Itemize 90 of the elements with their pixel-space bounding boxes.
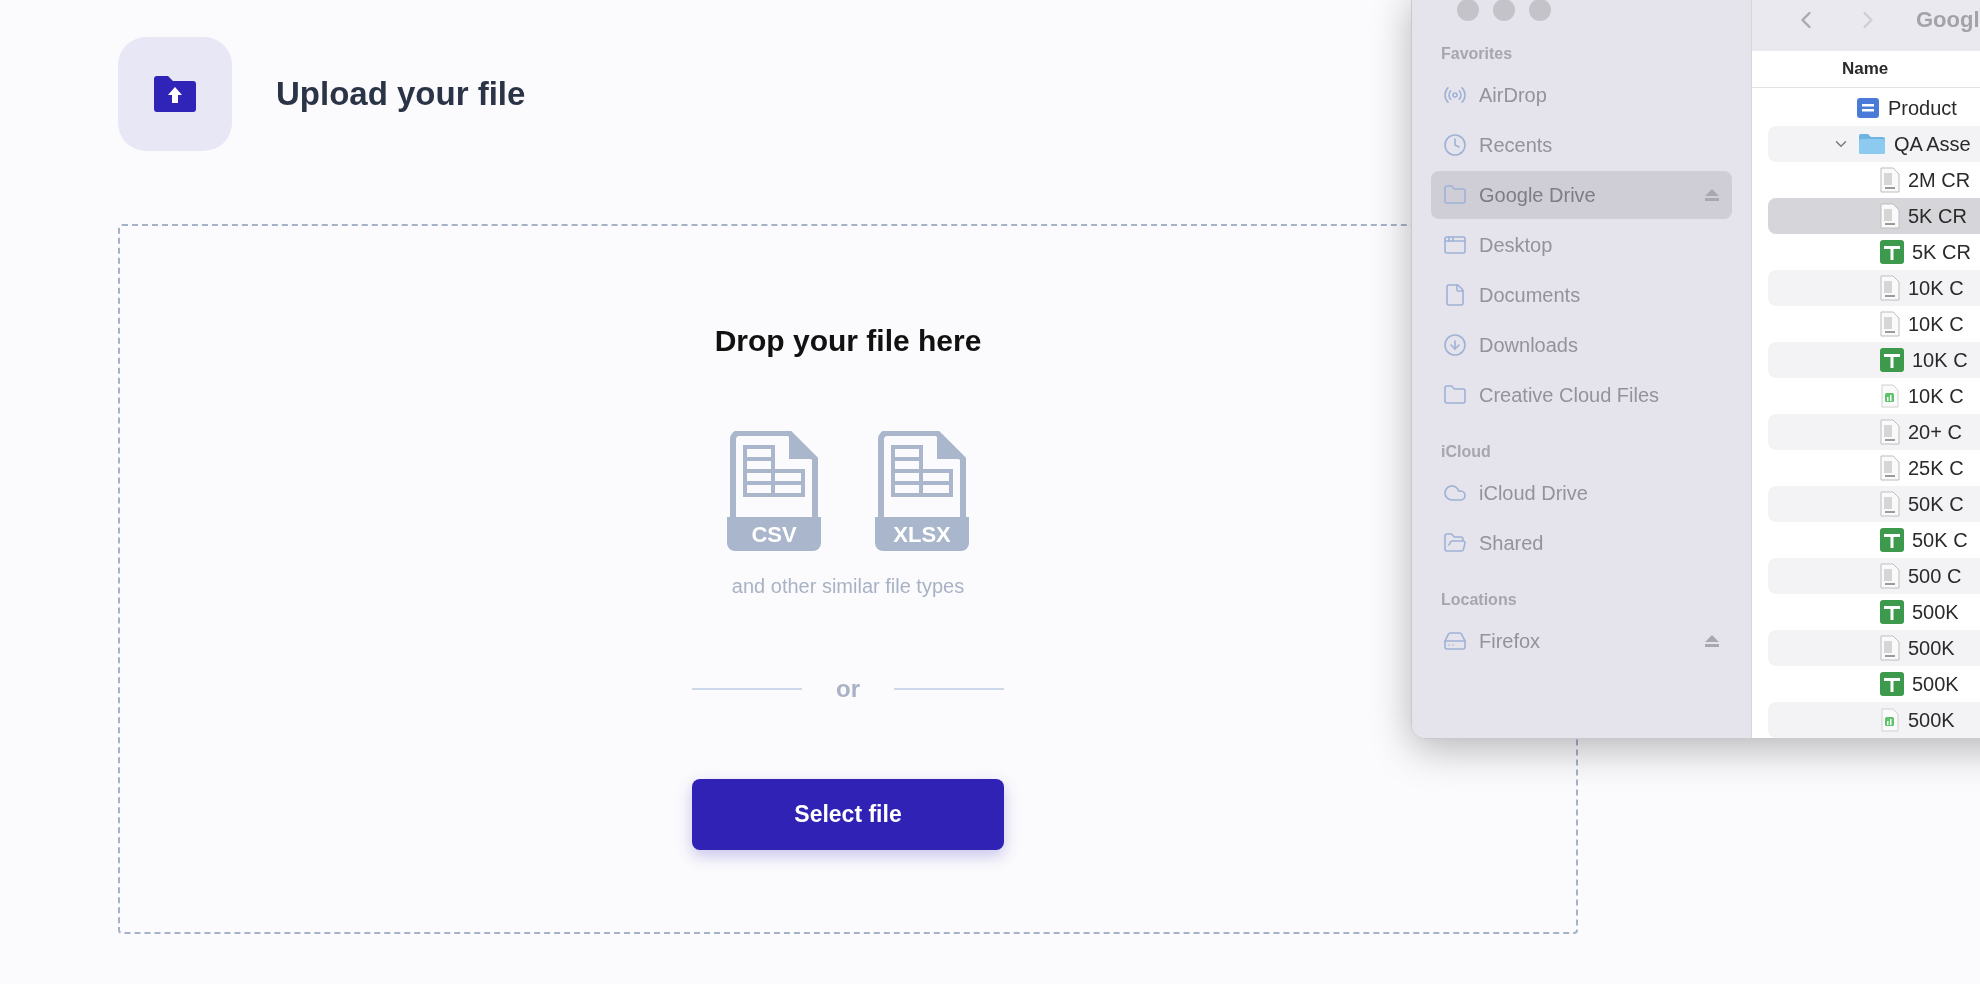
- file-name: 10K C: [1908, 276, 1964, 301]
- file-row[interactable]: 50K C: [1768, 486, 1980, 522]
- file-row[interactable]: 10K C: [1768, 342, 1980, 378]
- file-name: Product: [1888, 96, 1957, 121]
- file-row[interactable]: 2M CR: [1768, 162, 1980, 198]
- chart-file-icon: [1880, 708, 1900, 732]
- sidebar-label: Documents: [1479, 283, 1581, 308]
- spreadsheet-icon: [1880, 348, 1904, 372]
- spreadsheet-file-icon: [1880, 563, 1900, 589]
- column-header[interactable]: Name: [1842, 56, 1889, 82]
- eject-icon[interactable]: [1704, 188, 1720, 202]
- folder-icon: [1443, 183, 1467, 207]
- finder-path-title: Googl: [1916, 6, 1980, 35]
- chart-file-icon: [1880, 384, 1900, 408]
- spreadsheet-icon: [1880, 528, 1904, 552]
- spreadsheet-file-icon: [1880, 455, 1900, 481]
- window-control-icon[interactable]: [1457, 0, 1479, 21]
- sidebar-label: AirDrop: [1479, 83, 1547, 108]
- spreadsheet-document-icon: [727, 431, 821, 517]
- file-row[interactable]: 10K C: [1768, 270, 1980, 306]
- document-icon: [1856, 96, 1880, 120]
- spreadsheet-file-icon: [1880, 167, 1900, 193]
- spreadsheet-icon: [1880, 240, 1904, 264]
- sidebar-heading: Favorites: [1440, 44, 1514, 64]
- folder-icon: [1443, 383, 1467, 407]
- file-name: 5K CR: [1912, 240, 1971, 265]
- file-row[interactable]: 500K: [1768, 666, 1980, 702]
- file-row[interactable]: 500 C: [1768, 558, 1980, 594]
- file-row[interactable]: 10K C: [1768, 378, 1980, 414]
- sidebar-heading: Locations: [1440, 590, 1518, 610]
- file-name: 5K CR: [1908, 204, 1967, 229]
- spreadsheet-file-icon: [1880, 491, 1900, 517]
- file-name: 2M CR: [1908, 168, 1971, 193]
- file-name: 500K: [1908, 636, 1955, 661]
- select-file-button[interactable]: Select file: [692, 779, 1004, 850]
- spreadsheet-file-icon: [1880, 635, 1900, 661]
- file-row[interactable]: 20+ C: [1768, 414, 1980, 450]
- spreadsheet-document-icon: [875, 431, 969, 517]
- file-row[interactable]: 500K: [1768, 594, 1980, 630]
- folder-icon: [1858, 133, 1886, 155]
- spreadsheet-icon: [1880, 600, 1904, 624]
- file-type-badge: XLSX: [875, 517, 969, 551]
- eject-icon[interactable]: [1704, 634, 1720, 648]
- folder-icon: [1443, 531, 1467, 555]
- file-row[interactable]: 25K C: [1768, 450, 1980, 486]
- file-row[interactable]: 5K CR: [1768, 198, 1980, 234]
- window-control-icon[interactable]: [1493, 0, 1515, 21]
- file-row[interactable]: 500K: [1768, 702, 1980, 738]
- drop-heading: Drop your file here: [714, 323, 982, 359]
- file-name: 25K C: [1908, 456, 1964, 481]
- file-name: 500 C: [1908, 564, 1962, 589]
- spreadsheet-file-icon: [1880, 203, 1900, 229]
- file-row[interactable]: QA Asse: [1768, 126, 1980, 162]
- folder-upload-icon: [154, 76, 196, 112]
- spreadsheet-file-icon: [1880, 275, 1900, 301]
- file-type-badge: CSV: [727, 517, 821, 551]
- sidebar-heading: iCloud: [1440, 442, 1492, 462]
- drive-icon: [1443, 629, 1467, 653]
- clock-icon: [1443, 133, 1467, 157]
- file-name: 500K: [1908, 708, 1955, 733]
- file-name: 500K: [1912, 672, 1959, 697]
- sidebar-label: Desktop: [1479, 233, 1553, 258]
- file-name: QA Asse: [1894, 132, 1971, 157]
- document-icon: [1443, 283, 1467, 307]
- file-row[interactable]: 50K C: [1768, 522, 1980, 558]
- sidebar-label: Firefox: [1479, 629, 1541, 654]
- file-types-note: and other similar file types: [731, 574, 965, 599]
- spreadsheet-file-icon: [1880, 419, 1900, 445]
- spreadsheet-file-icon: [1880, 311, 1900, 337]
- file-name: 20+ C: [1908, 420, 1962, 445]
- file-row[interactable]: 500K: [1768, 630, 1980, 666]
- file-name: 50K C: [1912, 528, 1968, 553]
- file-row[interactable]: Product: [1768, 90, 1980, 126]
- or-separator: or: [836, 674, 860, 704]
- file-name: 50K C: [1908, 492, 1964, 517]
- sidebar-label: Downloads: [1479, 333, 1578, 358]
- sidebar-label: Google Drive: [1479, 183, 1596, 208]
- file-name: 10K C: [1908, 312, 1964, 337]
- sidebar-label: Shared: [1479, 531, 1544, 556]
- spreadsheet-icon: [1880, 672, 1904, 696]
- file-row[interactable]: 5K CR: [1768, 234, 1980, 270]
- file-name: 10K C: [1908, 384, 1964, 409]
- window-control-icon[interactable]: [1529, 0, 1551, 21]
- sidebar-label: Recents: [1479, 133, 1553, 158]
- monitor-icon: [1443, 233, 1467, 257]
- download-icon: [1443, 333, 1467, 357]
- file-row[interactable]: 10K C: [1768, 306, 1980, 342]
- file-name: 500K: [1912, 600, 1959, 625]
- page-title: Upload your file: [276, 74, 526, 115]
- file-name: 10K C: [1912, 348, 1968, 373]
